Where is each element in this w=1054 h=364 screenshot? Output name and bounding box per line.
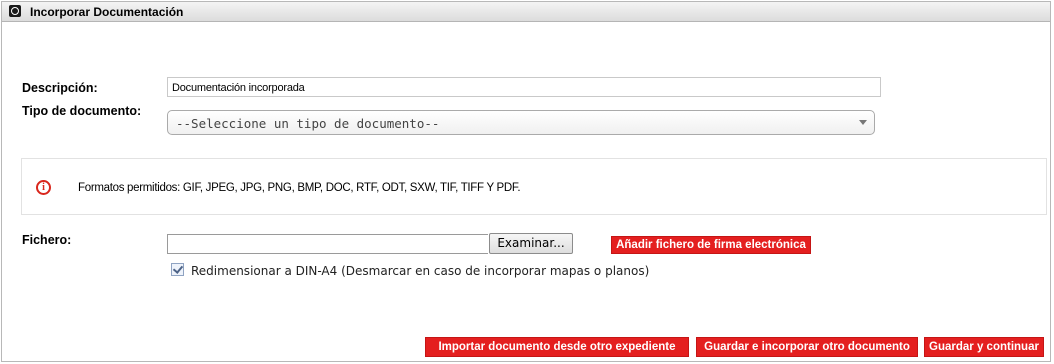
browse-button[interactable]: Examinar...	[489, 233, 573, 254]
doc-type-select[interactable]: --Seleccione un tipo de documento--	[167, 110, 875, 135]
info-icon: i	[36, 180, 51, 195]
resize-checkbox[interactable]	[171, 263, 184, 276]
doc-type-selected-value: --Seleccione un tipo de documento--	[176, 116, 440, 131]
save-and-continue-button[interactable]: Guardar y continuar	[924, 337, 1044, 357]
info-panel: i Formatos permitidos: GIF, JPEG, JPG, P…	[21, 158, 1047, 215]
description-input[interactable]: Documentación incorporada	[167, 77, 881, 97]
save-and-add-another-button[interactable]: Guardar e incorporar otro documento	[696, 337, 918, 357]
fingerprint-icon	[9, 5, 21, 17]
doc-type-label: Tipo de documento:	[22, 104, 142, 118]
allowed-formats-text: Formatos permitidos: GIF, JPEG, JPG, PNG…	[78, 182, 521, 194]
import-document-button[interactable]: Importar documento desde otro expediente	[425, 337, 689, 357]
description-label: Descripción:	[22, 81, 98, 95]
add-signature-file-button[interactable]: Añadir fichero de firma electrónica	[611, 236, 811, 254]
chevron-down-icon	[859, 120, 867, 125]
dialog-title: Incorporar Documentación	[30, 5, 184, 19]
file-label: Fichero:	[22, 233, 72, 247]
resize-checkbox-label[interactable]: Redimensionar a DIN-A4 (Desmarcar en cas…	[191, 264, 649, 278]
title-bar: Incorporar Documentación	[2, 2, 1050, 22]
file-input[interactable]	[167, 234, 488, 254]
